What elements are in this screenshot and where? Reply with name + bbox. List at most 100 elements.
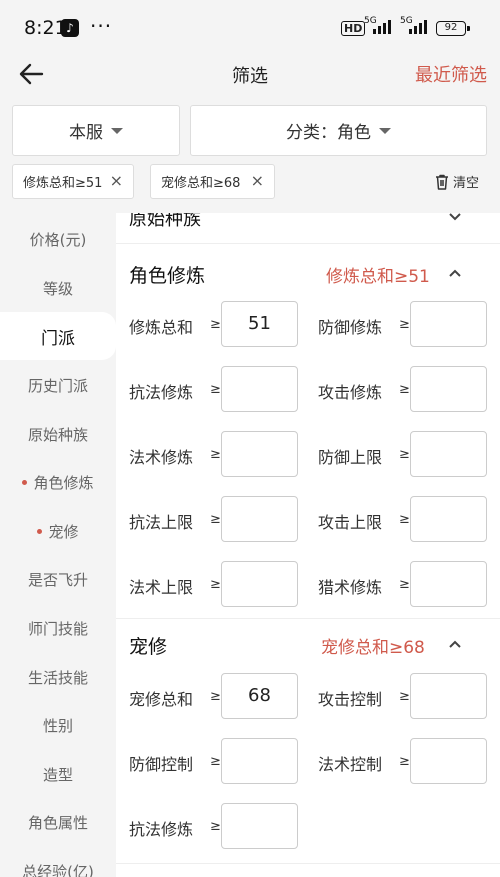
ge-symbol: ≥ [399,447,410,462]
field-label: 攻击控制 [318,690,383,709]
sidebar-item-label: 原始种族 [27,425,88,444]
server-dropdown-label: 本服 [69,123,103,143]
sidebar-item-level[interactable]: 等级 [0,264,116,312]
filter-panel: 原始种族 角色修炼 修炼总和≥51 修炼总和 ≥ 51 防御修炼 ≥ 抗法修炼 … [116,213,500,877]
sidebar-item-label: 性别 [42,716,73,735]
filter-chip[interactable]: 宠修总和≥68 × [150,164,275,199]
sidebar-item-price[interactable]: 价格(元) [0,215,116,263]
attack-control-input[interactable] [410,673,487,719]
category-dropdown[interactable]: 分类：角色 [190,105,487,156]
section-summary: 宠修总和≥68 [321,638,425,658]
sidebar-item-race[interactable]: 原始种族 [0,410,116,458]
close-icon[interactable]: × [251,173,264,189]
ge-symbol: ≥ [210,382,221,397]
sidebar-item-pet-cultivation[interactable]: 宠修 [0,507,116,555]
ge-symbol: ≥ [399,512,410,527]
section-title: 原始种族 [129,213,201,230]
spell-cultivation-input[interactable] [221,431,298,477]
attack-cap-input[interactable] [410,496,487,542]
ge-symbol: ≥ [210,689,221,704]
section-title: 角色修炼 [129,265,206,287]
section-summary: 修炼总和≥51 [326,267,430,287]
nav-bar: 筛选 最近筛选 [0,56,500,96]
ge-symbol: ≥ [210,754,221,769]
ge-symbol: ≥ [399,754,410,769]
sidebar-item-label: 角色修炼 [33,473,94,492]
sidebar-item-sect-skills[interactable]: 师门技能 [0,604,116,652]
sidebar-item-label: 是否飞升 [27,570,88,589]
sidebar-item-appearance[interactable]: 造型 [0,750,116,798]
caret-down-icon [379,127,391,134]
sidebar-item-label: 门派 [41,328,75,349]
chevron-up-icon[interactable] [448,266,462,280]
active-dot-icon [22,479,28,485]
field-label: 防御控制 [129,755,194,774]
battery-icon: 92 [436,21,470,36]
server-dropdown[interactable]: 本服 [12,105,180,156]
clear-label: 清空 [453,176,480,191]
active-dot-icon [37,528,43,534]
spell-cap-input[interactable] [221,561,298,607]
sidebar-item-label: 造型 [42,765,73,784]
sidebar-item-label: 宠修 [48,522,79,541]
clear-button[interactable]: 清空 [433,172,479,191]
divider [116,863,500,864]
divider [116,618,500,619]
field-label: 法术控制 [318,755,383,774]
hd-icon: HD [341,21,366,36]
more-dots-icon: ··· [90,14,113,38]
pet-cultivation-total-input[interactable]: 68 [221,673,298,719]
sidebar-item-role-cultivation[interactable]: 角色修炼 [0,458,116,506]
spell-control-input[interactable] [410,738,487,784]
field-label: 修炼总和 [129,318,194,337]
sidebar-item-label: 价格(元) [29,230,87,249]
section-title: 宠修 [129,636,168,658]
filter-chip-label: 宠修总和≥68 [161,176,241,191]
ge-symbol: ≥ [399,317,410,332]
defense-cultivation-input[interactable] [410,301,487,347]
magic-resist-cap-input[interactable] [221,496,298,542]
sidebar-item-label: 总经验(亿) [22,862,94,877]
sidebar-item-label: 生活技能 [27,668,88,687]
field-label: 攻击修炼 [318,383,383,402]
field-label: 宠修总和 [129,690,194,709]
chevron-down-icon[interactable] [448,213,462,224]
sidebar-item-sect[interactable]: 门派 [0,312,116,360]
defense-control-input[interactable] [221,738,298,784]
sidebar-item-ascension[interactable]: 是否飞升 [0,555,116,603]
sidebar-item-gender[interactable]: 性别 [0,701,116,749]
hunting-cultivation-input[interactable] [410,561,487,607]
ge-symbol: ≥ [210,447,221,462]
divider [116,243,500,244]
ge-symbol: ≥ [210,819,221,834]
sidebar-item-label: 角色属性 [27,813,88,832]
ge-symbol: ≥ [210,512,221,527]
sidebar: 价格(元) 等级 门派 历史门派 原始种族 角色修炼 宠修 是否飞升 师门技能 … [0,213,116,877]
sidebar-item-total-exp[interactable]: 总经验(亿) [0,847,116,877]
sidebar-item-label: 历史门派 [27,376,88,395]
cultivation-total-input[interactable]: 51 [221,301,298,347]
close-icon[interactable]: × [110,173,123,189]
sidebar-item-label: 等级 [42,279,73,298]
sidebar-item-life-skills[interactable]: 生活技能 [0,653,116,701]
sidebar-item-attributes[interactable]: 角色属性 [0,798,116,846]
field-label: 攻击上限 [318,513,383,532]
ge-symbol: ≥ [399,577,410,592]
attack-cultivation-input[interactable] [410,366,487,412]
ge-symbol: ≥ [399,689,410,704]
magic-resist-cultivation-input[interactable] [221,366,298,412]
ge-symbol: ≥ [399,382,410,397]
field-label: 抗法修炼 [129,820,194,839]
field-label: 防御修炼 [318,318,383,337]
defense-cap-input[interactable] [410,431,487,477]
status-bar: 8:21 ♪ ··· HD 5G 5G 92 [0,0,500,56]
field-label: 法术修炼 [129,448,194,467]
recent-filters-link[interactable]: 最近筛选 [415,61,487,87]
filter-chip-label: 修炼总和≥51 [23,176,103,191]
chevron-up-icon[interactable] [448,637,462,651]
sidebar-item-history-sect[interactable]: 历史门派 [0,361,116,409]
field-label: 防御上限 [318,448,383,467]
trash-icon [436,174,448,190]
pet-magic-resist-cultivation-input[interactable] [221,803,298,849]
filter-chip[interactable]: 修炼总和≥51 × [12,164,134,199]
